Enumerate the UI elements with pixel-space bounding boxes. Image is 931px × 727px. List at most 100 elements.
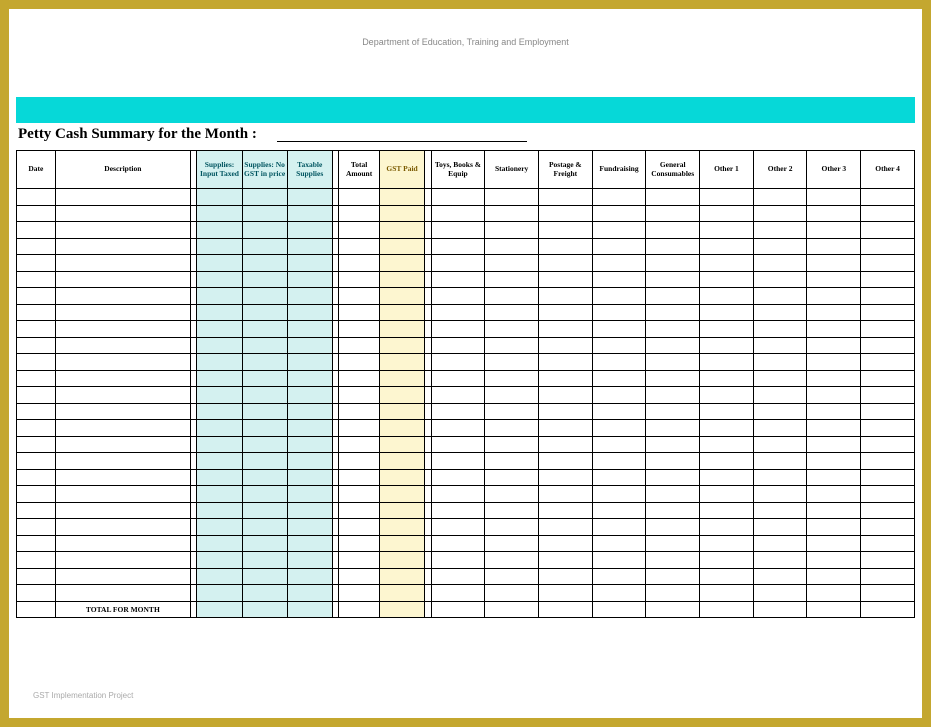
total-amount-cell[interactable] <box>339 238 380 255</box>
supplies-input-taxed-cell[interactable] <box>197 469 242 486</box>
supplies-input-taxed-cell[interactable] <box>197 271 242 288</box>
fundraising-cell[interactable] <box>592 321 646 338</box>
supplies-no-gst-cell[interactable] <box>242 585 287 602</box>
other1-cell[interactable] <box>700 502 754 519</box>
desc-cell[interactable] <box>55 354 190 371</box>
other3-cell[interactable] <box>807 552 861 569</box>
consumables-cell[interactable] <box>646 453 700 470</box>
other1-cell[interactable] <box>700 255 754 272</box>
other2-cell[interactable] <box>753 387 807 404</box>
postage-cell[interactable] <box>538 469 592 486</box>
taxable-supplies-cell[interactable] <box>287 585 332 602</box>
desc-cell[interactable] <box>55 271 190 288</box>
supplies-input-taxed-cell[interactable] <box>197 502 242 519</box>
toys-cell[interactable] <box>431 469 485 486</box>
total-amount[interactable] <box>339 601 380 618</box>
other3-cell[interactable] <box>807 370 861 387</box>
other1-cell[interactable] <box>700 585 754 602</box>
desc-cell[interactable] <box>55 255 190 272</box>
gst-paid-cell[interactable] <box>380 205 425 222</box>
desc-cell[interactable] <box>55 502 190 519</box>
supplies-input-taxed-cell[interactable] <box>197 453 242 470</box>
postage-cell[interactable] <box>538 535 592 552</box>
fundraising-cell[interactable] <box>592 337 646 354</box>
total-taxable-supplies[interactable] <box>287 601 332 618</box>
postage-cell[interactable] <box>538 271 592 288</box>
total-supplies-input-taxed[interactable] <box>197 601 242 618</box>
date-cell[interactable] <box>17 585 56 602</box>
other2-cell[interactable] <box>753 238 807 255</box>
supplies-no-gst-cell[interactable] <box>242 519 287 536</box>
gst-paid-cell[interactable] <box>380 387 425 404</box>
postage-cell[interactable] <box>538 486 592 503</box>
total-amount-cell[interactable] <box>339 486 380 503</box>
stationery-cell[interactable] <box>485 222 539 239</box>
desc-cell[interactable] <box>55 486 190 503</box>
other2-cell[interactable] <box>753 222 807 239</box>
total-other3[interactable] <box>807 601 861 618</box>
stationery-cell[interactable] <box>485 585 539 602</box>
desc-cell[interactable] <box>55 535 190 552</box>
fundraising-cell[interactable] <box>592 486 646 503</box>
postage-cell[interactable] <box>538 519 592 536</box>
desc-cell[interactable] <box>55 585 190 602</box>
stationery-cell[interactable] <box>485 255 539 272</box>
taxable-supplies-cell[interactable] <box>287 502 332 519</box>
desc-cell[interactable] <box>55 288 190 305</box>
date-cell[interactable] <box>17 205 56 222</box>
other1-cell[interactable] <box>700 271 754 288</box>
stationery-cell[interactable] <box>485 370 539 387</box>
gst-paid-cell[interactable] <box>380 568 425 585</box>
supplies-no-gst-cell[interactable] <box>242 568 287 585</box>
taxable-supplies-cell[interactable] <box>287 519 332 536</box>
consumables-cell[interactable] <box>646 535 700 552</box>
fundraising-cell[interactable] <box>592 535 646 552</box>
supplies-no-gst-cell[interactable] <box>242 354 287 371</box>
date-cell[interactable] <box>17 420 56 437</box>
toys-cell[interactable] <box>431 304 485 321</box>
other4-cell[interactable] <box>861 354 915 371</box>
supplies-input-taxed-cell[interactable] <box>197 321 242 338</box>
desc-cell[interactable] <box>55 370 190 387</box>
supplies-no-gst-cell[interactable] <box>242 189 287 206</box>
gst-paid-cell[interactable] <box>380 354 425 371</box>
desc-cell[interactable] <box>55 519 190 536</box>
other2-cell[interactable] <box>753 321 807 338</box>
total-amount-cell[interactable] <box>339 354 380 371</box>
other4-cell[interactable] <box>861 222 915 239</box>
other1-cell[interactable] <box>700 568 754 585</box>
gst-paid-cell[interactable] <box>380 370 425 387</box>
fundraising-cell[interactable] <box>592 288 646 305</box>
total-amount-cell[interactable] <box>339 436 380 453</box>
stationery-cell[interactable] <box>485 436 539 453</box>
total-amount-cell[interactable] <box>339 288 380 305</box>
postage-cell[interactable] <box>538 304 592 321</box>
total-stationery[interactable] <box>485 601 539 618</box>
total-supplies-no-gst[interactable] <box>242 601 287 618</box>
desc-cell[interactable] <box>55 403 190 420</box>
date-cell[interactable] <box>17 271 56 288</box>
desc-cell[interactable] <box>55 337 190 354</box>
date-cell[interactable] <box>17 337 56 354</box>
toys-cell[interactable] <box>431 519 485 536</box>
desc-cell[interactable] <box>55 436 190 453</box>
postage-cell[interactable] <box>538 337 592 354</box>
fundraising-cell[interactable] <box>592 271 646 288</box>
other4-cell[interactable] <box>861 568 915 585</box>
total-amount-cell[interactable] <box>339 469 380 486</box>
gst-paid-cell[interactable] <box>380 436 425 453</box>
desc-cell[interactable] <box>55 304 190 321</box>
taxable-supplies-cell[interactable] <box>287 337 332 354</box>
supplies-no-gst-cell[interactable] <box>242 304 287 321</box>
date-cell[interactable] <box>17 370 56 387</box>
other3-cell[interactable] <box>807 436 861 453</box>
date-cell[interactable] <box>17 238 56 255</box>
other3-cell[interactable] <box>807 486 861 503</box>
supplies-no-gst-cell[interactable] <box>242 271 287 288</box>
other2-cell[interactable] <box>753 436 807 453</box>
other2-cell[interactable] <box>753 255 807 272</box>
taxable-supplies-cell[interactable] <box>287 436 332 453</box>
other4-cell[interactable] <box>861 304 915 321</box>
other4-cell[interactable] <box>861 205 915 222</box>
gst-paid-cell[interactable] <box>380 502 425 519</box>
